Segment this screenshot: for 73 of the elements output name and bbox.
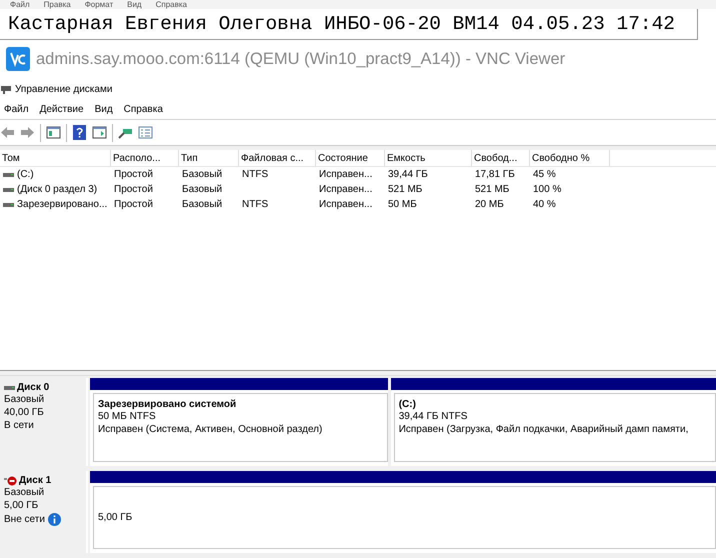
table-cell-text: 40 %	[532, 199, 557, 210]
table-cell-text: Простой	[113, 169, 154, 180]
table-cell: Зарезервировано...	[17, 199, 108, 210]
drive-icon	[3, 186, 14, 192]
table-cell: (Диск 0 раздел 3)	[17, 184, 98, 195]
partition-name: (C:)	[398, 399, 417, 410]
disk-status: Вне сети	[4, 514, 45, 526]
back-arrow-icon[interactable]	[0, 125, 15, 140]
drive-icon	[3, 202, 14, 208]
table-cell-text: 39,44 ГБ	[387, 169, 429, 180]
action-pane-icon[interactable]	[92, 125, 107, 140]
table-cell-text: NTFS	[241, 169, 270, 180]
menu-item[interactable]: Справка	[156, 0, 187, 9]
menu-item[interactable]: Формат	[84, 0, 114, 9]
table-cell-text: Простой	[113, 199, 154, 210]
table-cell-text: Исправен...	[318, 169, 374, 180]
column-header[interactable]: Свободно %	[530, 150, 610, 166]
app-logo-icon	[6, 47, 30, 71]
disk-size: 5,00 ГБ	[4, 500, 40, 512]
table-cell-text: 521 МБ	[474, 184, 510, 195]
partition-block[interactable]: (C:) 39,44 ГБ NTFS Исправен (Загрузка, Файл подкачки, Аварийный дамп памяти,	[390, 378, 716, 466]
table-cell-text: 17,81 ГБ	[474, 169, 516, 180]
menu-item[interactable]: Правка	[44, 0, 71, 9]
table-cell-text: 521 МБ	[387, 184, 424, 195]
partition-size: 5,00 ГБ	[98, 512, 134, 524]
table-cell-text: 45 %	[532, 169, 557, 180]
table-cell-text: Исправен...	[318, 184, 374, 195]
table-cell-text: Базовый	[181, 199, 224, 210]
table-cell: (C:)	[17, 169, 34, 180]
partition-block[interactable]: 5,00 ГБ	[90, 471, 716, 553]
disk-name: Диск 0	[17, 382, 50, 393]
column-header[interactable]: Располо...	[111, 150, 179, 166]
column-header[interactable]: Состояние	[316, 150, 385, 166]
table-cell-text: Исправен...	[318, 199, 374, 210]
table-cell-text: Простой	[113, 184, 154, 195]
menu-item[interactable]: Вид	[127, 0, 142, 9]
forward-arrow-icon[interactable]	[20, 125, 35, 140]
partition-status: Исправен (Загрузка, Файл подкачки, Аварийный дамп памяти,	[398, 424, 690, 436]
column-header[interactable]: Том	[0, 150, 111, 166]
drive-icon	[3, 172, 14, 178]
caption-text: Кастарная Евгения Олеговна ИНБО-06-20 ВМ14 04.05.23 17:42	[0, 9, 698, 40]
disk-size: 40,00 ГБ	[4, 407, 45, 419]
menu-item[interactable]: Справка	[120, 104, 170, 115]
menu-item[interactable]: Действие	[36, 104, 91, 115]
column-header[interactable]: Свобод...	[472, 150, 530, 166]
disk-type: Базовый	[4, 487, 46, 499]
info-icon[interactable]	[48, 513, 61, 526]
table-cell-text: 20 МБ	[474, 199, 505, 210]
console-tree-icon[interactable]	[46, 125, 61, 140]
help-icon[interactable]	[72, 125, 87, 140]
table-cell-text: Базовый	[181, 169, 224, 180]
partition-size: 50 МБ NTFS	[98, 411, 157, 423]
column-header[interactable]: Тип	[179, 150, 239, 166]
partition-status: Исправен (Система, Активен, Основной раздел)	[98, 424, 324, 436]
partition-size: 39,44 ГБ NTFS	[398, 411, 468, 423]
column-header[interactable]: Файловая с...	[239, 150, 316, 166]
disk-status: В сети	[4, 420, 34, 432]
menu-item[interactable]: Файл	[0, 104, 36, 115]
partition-block[interactable]: Зарезервировано системой 50 МБ NTFS Исправен (Система, Активен, Основной раздел)	[90, 378, 388, 466]
column-header[interactable]: Емкость	[385, 150, 472, 166]
table-cell-text: 50 МБ	[387, 199, 418, 210]
table-cell-text: 100 %	[532, 184, 562, 195]
disk-management-icon	[1, 84, 11, 94]
menu-item[interactable]: Файл	[10, 0, 30, 9]
table-cell-text: Базовый	[181, 184, 224, 195]
menu-item[interactable]: Вид	[90, 104, 120, 115]
disk-type: Базовый	[4, 394, 46, 406]
disk-name: Диск 1	[19, 475, 52, 486]
partition-name: Зарезервировано системой	[98, 399, 238, 410]
window-title: Управление дисками	[15, 84, 112, 94]
table-cell-text: NTFS	[241, 199, 270, 210]
window-title: admins.say.mooo.com:6114 (QEMU (Win10_pract9_A14)) - VNC Viewer	[36, 50, 566, 68]
properties-icon[interactable]	[138, 125, 153, 140]
